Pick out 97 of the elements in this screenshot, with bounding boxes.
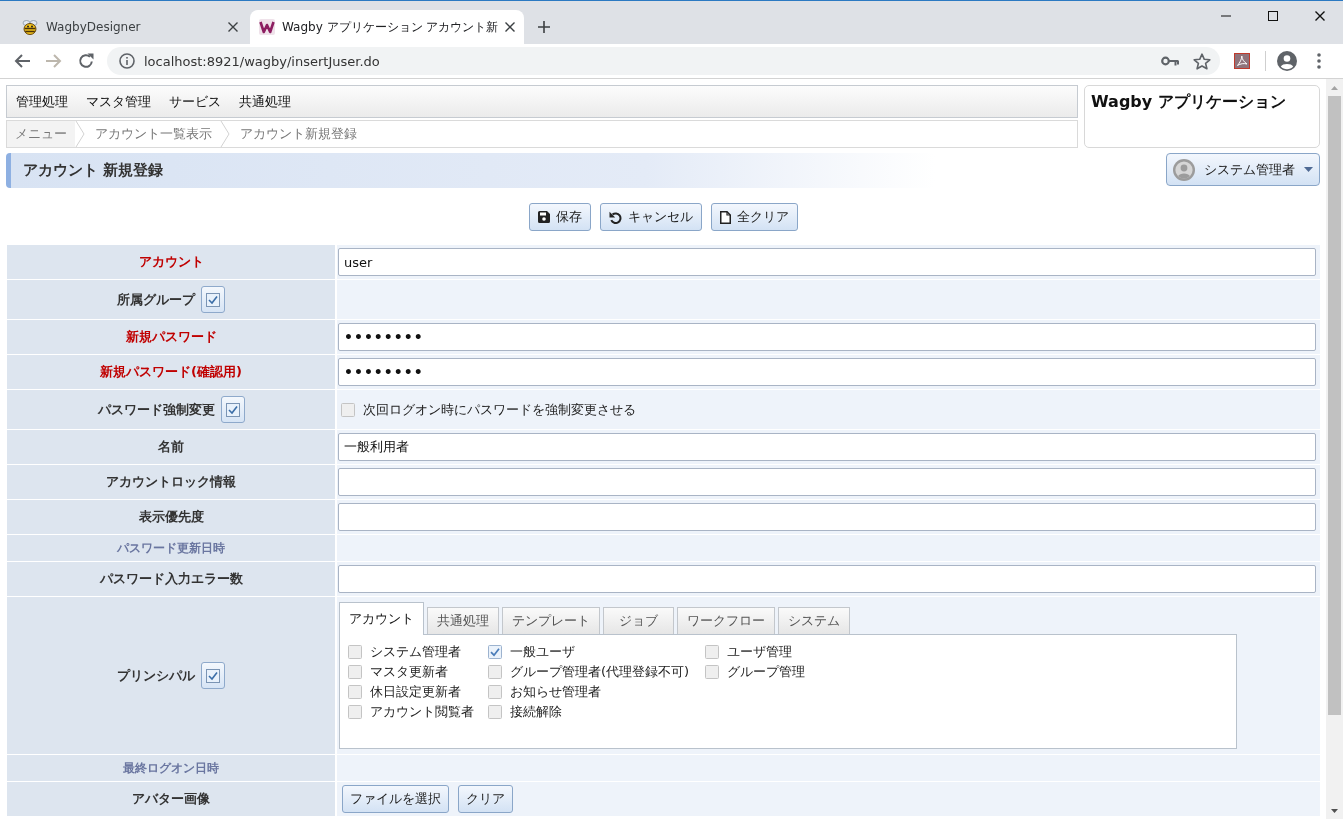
checkbox-label: 接続解除 xyxy=(510,703,562,721)
profile-icon[interactable] xyxy=(1277,51,1297,71)
checkbox-label: 次回ログオン時にパスワードを強制変更させる xyxy=(363,400,636,419)
checkbox[interactable] xyxy=(341,402,355,417)
checkbox[interactable] xyxy=(488,705,502,719)
checkbox-label: システム管理者 xyxy=(370,643,461,661)
checkbox-icon xyxy=(225,402,240,417)
tab[interactable]: アカウント xyxy=(339,602,424,635)
input-field[interactable]: •••••••• xyxy=(338,323,1316,351)
tab[interactable]: システム xyxy=(778,607,850,634)
menu-item[interactable]: マスタ管理 xyxy=(86,92,151,111)
close-icon[interactable] xyxy=(228,22,238,32)
app-title: Wagby アプリケーション xyxy=(1091,92,1286,111)
clear-all-button[interactable]: 全クリア xyxy=(710,203,798,231)
scrollbar[interactable] xyxy=(1326,79,1343,819)
user-menu-button[interactable]: システム管理者 xyxy=(1166,153,1320,186)
reload-icon[interactable] xyxy=(78,53,94,69)
breadcrumb-current: アカウント新規登録 xyxy=(239,125,358,143)
checkbox[interactable] xyxy=(488,665,502,679)
field-label: 新規パスワード(確認用) xyxy=(100,363,242,381)
menu-item[interactable]: 管理処理 xyxy=(16,92,68,111)
checkbox-label: グループ管理 xyxy=(727,663,805,681)
tab[interactable]: ジョブ xyxy=(603,607,674,634)
undo-icon xyxy=(608,210,622,224)
minimize-icon[interactable] xyxy=(1220,15,1231,17)
field-label: 表示優先度 xyxy=(138,508,204,526)
field-label: 所属グループ xyxy=(117,290,195,309)
checkbox-label: アカウント閲覧者 xyxy=(370,703,474,721)
input-field[interactable]: •••••••• xyxy=(338,358,1316,386)
checkbox-icon xyxy=(206,292,220,307)
checkbox[interactable] xyxy=(348,665,362,679)
checkbox[interactable] xyxy=(348,645,362,659)
field-label: 最終ログオン日時 xyxy=(123,759,219,777)
page-title: アカウント 新規登録 xyxy=(23,161,164,180)
checkbox[interactable] xyxy=(348,685,362,699)
menu-icon[interactable] xyxy=(1317,53,1321,69)
field-label: 新規パスワード xyxy=(125,328,217,346)
breadcrumb-link[interactable]: メニュー xyxy=(7,121,75,147)
field-label: プリンシパル xyxy=(117,666,195,685)
caret-icon xyxy=(1304,167,1313,172)
plus-icon[interactable] xyxy=(538,21,551,33)
close-icon[interactable] xyxy=(1314,11,1325,21)
input-field[interactable]: user xyxy=(338,248,1316,276)
checkbox[interactable] xyxy=(705,645,719,659)
scroll-up-icon[interactable] xyxy=(1331,85,1338,90)
checkbox-label: 休日設定更新者 xyxy=(370,683,461,701)
field-label: アバター画像 xyxy=(132,790,210,808)
input-field[interactable] xyxy=(338,503,1316,531)
browser-tab[interactable]: Wagby アプリケーション アカウント新 xyxy=(250,10,525,44)
info-icon xyxy=(119,53,135,69)
back-icon[interactable] xyxy=(14,54,30,68)
checkbox-label: お知らせ管理者 xyxy=(510,683,601,701)
field-label: パスワード強制変更 xyxy=(97,400,215,419)
checkbox[interactable] xyxy=(488,685,502,699)
checkbox[interactable] xyxy=(348,705,362,719)
clear-button[interactable]: クリア xyxy=(458,785,513,813)
cancel-button[interactable]: キャンセル xyxy=(599,203,702,231)
checkbox-label: マスタ更新者 xyxy=(370,663,448,681)
document-icon xyxy=(719,210,731,224)
browser-tab[interactable]: WagbyDesigner xyxy=(10,10,248,44)
checkbox-toggle-button[interactable] xyxy=(220,396,245,423)
input-field[interactable]: 一般利用者 xyxy=(338,433,1316,461)
menu-item[interactable]: 共通処理 xyxy=(239,92,291,111)
key-icon[interactable] xyxy=(1161,56,1179,66)
input-field[interactable] xyxy=(338,565,1316,593)
field-label: アカウント xyxy=(138,253,204,271)
checkbox[interactable] xyxy=(488,645,502,659)
close-icon[interactable] xyxy=(505,22,516,32)
save-button[interactable]: 保存 xyxy=(528,203,591,231)
tab[interactable]: テンプレート xyxy=(502,607,600,634)
address-bar[interactable]: localhost:8921/wagby/insertJuser.do xyxy=(107,47,1220,75)
tab[interactable]: ワークフロー xyxy=(677,607,775,634)
scroll-down-icon[interactable] xyxy=(1331,808,1338,813)
checkbox-label: 一般ユーザ xyxy=(510,643,575,661)
checkbox-toggle-button[interactable] xyxy=(201,286,225,313)
scroll-thumb[interactable] xyxy=(1328,96,1341,715)
maximize-icon[interactable] xyxy=(1267,11,1278,21)
star-icon[interactable] xyxy=(1193,52,1211,70)
checkbox-toggle-button[interactable] xyxy=(201,662,225,689)
input-field[interactable] xyxy=(338,468,1316,496)
save-icon xyxy=(537,211,550,223)
breadcrumb-link[interactable]: アカウント一覧表示 xyxy=(87,121,220,147)
checkbox-label: ユーザ管理 xyxy=(727,643,792,661)
avatar-icon xyxy=(1173,158,1195,181)
pdf-extension-icon[interactable] xyxy=(1234,53,1250,69)
checkbox-icon xyxy=(206,668,220,683)
bee-icon xyxy=(22,19,38,35)
tab[interactable]: 共通処理 xyxy=(427,607,499,634)
choose-file-button[interactable]: ファイルを選択 xyxy=(342,785,449,813)
field-label: パスワード入力エラー数 xyxy=(99,570,243,588)
logo-icon xyxy=(259,19,275,35)
field-label: 名前 xyxy=(158,438,184,456)
checkbox-label: グループ管理者(代理登録不可) xyxy=(510,663,690,681)
menu-item[interactable]: サービス xyxy=(169,92,221,111)
field-label: パスワード更新日時 xyxy=(117,539,225,557)
checkbox[interactable] xyxy=(705,665,719,679)
field-label: アカウントロック情報 xyxy=(106,473,236,491)
